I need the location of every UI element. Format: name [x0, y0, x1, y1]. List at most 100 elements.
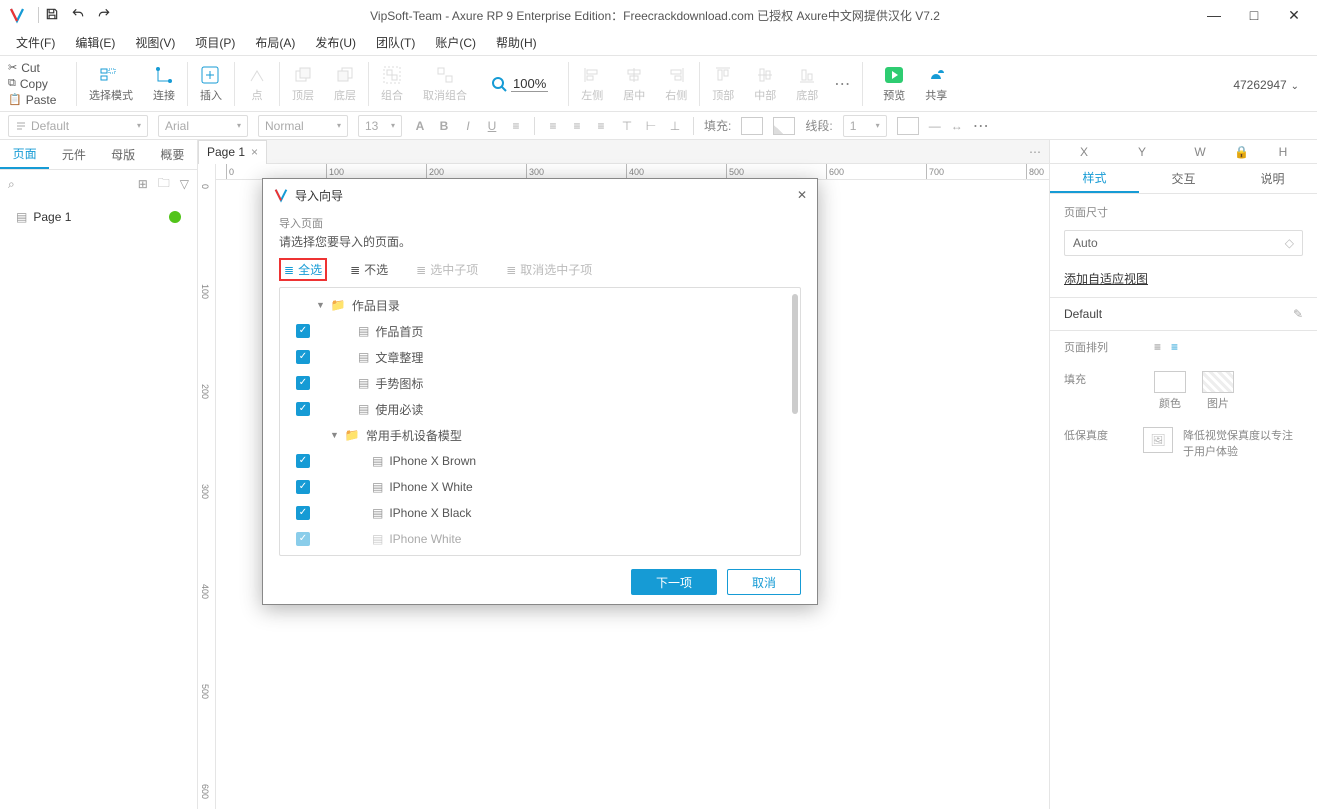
fill-image-swatch[interactable]: [1202, 371, 1234, 393]
align-right-icon[interactable]: ≡: [593, 119, 609, 133]
style-select[interactable]: Default▾: [8, 115, 148, 137]
maximize-button[interactable]: □: [1239, 0, 1269, 30]
add-folder-icon[interactable]: 🗀: [158, 174, 170, 195]
close-button[interactable]: ✕: [1279, 0, 1309, 30]
size-select[interactable]: 13▾: [358, 115, 402, 137]
fill-color-swatch[interactable]: [1154, 371, 1186, 393]
lock-icon[interactable]: 🔒: [1234, 145, 1249, 159]
cloud-id[interactable]: 47262947 ⌄: [1233, 76, 1299, 92]
deselect-all-button[interactable]: ≣不选: [345, 258, 393, 281]
redo-icon[interactable]: [97, 7, 111, 24]
page-tree-list[interactable]: ▼📁作品目录 ▤作品首页 ▤文章整理 ▤手势图标 ▤使用必读 ▼📁常用手机设备模…: [279, 287, 801, 556]
line-swatch[interactable]: [897, 117, 919, 135]
dialog-close-icon[interactable]: ✕: [797, 188, 807, 202]
default-style-header[interactable]: Default ✎: [1050, 297, 1317, 331]
checkbox-icon[interactable]: [296, 532, 310, 546]
menu-file[interactable]: 文件(F): [8, 31, 63, 54]
add-adaptive-link[interactable]: 添加自适应视图: [1064, 270, 1303, 287]
tab-pages[interactable]: 页面: [0, 140, 49, 169]
tree-page[interactable]: ▤IPhone X White: [280, 474, 800, 500]
copy-button[interactable]: ⧉ Copy: [8, 77, 64, 91]
tab-interactions[interactable]: 交互: [1139, 164, 1228, 193]
page-dim-select[interactable]: Auto◇: [1064, 230, 1303, 256]
tab-widgets[interactable]: 元件: [49, 140, 98, 169]
menu-layout[interactable]: 布局(A): [247, 31, 303, 54]
paste-button[interactable]: 📋 Paste: [8, 93, 64, 107]
fill-swatch[interactable]: [741, 117, 763, 135]
tab-notes[interactable]: 说明: [1228, 164, 1317, 193]
italic-icon[interactable]: I: [460, 119, 476, 133]
select-mode-button[interactable]: 选择模式: [81, 63, 141, 105]
text-color-icon[interactable]: A: [412, 119, 428, 133]
search-icon[interactable]: ⌕: [8, 177, 15, 192]
weight-select[interactable]: Normal▾: [258, 115, 348, 137]
fill-pattern[interactable]: [773, 117, 795, 135]
arrow-icon[interactable]: ↔: [951, 119, 963, 133]
toolbar-overflow-icon[interactable]: ⋯: [834, 74, 850, 94]
tree-folder[interactable]: ▼📁作品目录: [280, 292, 800, 318]
valign-bot-icon[interactable]: ⊥: [667, 119, 683, 133]
menu-publish[interactable]: 发布(U): [307, 31, 364, 54]
align-left-icon[interactable]: ≡: [545, 119, 561, 133]
page-align-center-icon[interactable]: ≡: [1171, 340, 1178, 354]
next-button[interactable]: 下一项: [631, 569, 717, 595]
dialog-title: 导入向导: [295, 187, 343, 204]
bold-icon[interactable]: B: [436, 119, 452, 133]
tree-page[interactable]: ▤作品首页: [280, 318, 800, 344]
menu-edit[interactable]: 编辑(E): [67, 31, 123, 54]
checkbox-icon[interactable]: [296, 506, 310, 520]
scrollbar-thumb[interactable]: [792, 294, 798, 414]
connect-button[interactable]: 连接: [145, 63, 183, 105]
tree-page[interactable]: ▤IPhone White: [280, 526, 800, 552]
bullets-icon[interactable]: ≡: [508, 119, 524, 133]
minimize-button[interactable]: —: [1199, 0, 1229, 30]
line-style-icon[interactable]: —: [929, 119, 941, 133]
tree-page[interactable]: ▤手势图标: [280, 370, 800, 396]
cut-button[interactable]: ✂ Cut: [8, 61, 64, 75]
add-page-icon[interactable]: ⊞: [138, 177, 148, 191]
undo-icon[interactable]: [71, 7, 85, 24]
checkbox-icon[interactable]: [296, 350, 310, 364]
align-center-icon[interactable]: ≡: [569, 119, 585, 133]
cancel-button[interactable]: 取消: [727, 569, 801, 595]
close-tab-icon[interactable]: ×: [251, 145, 258, 159]
select-all-button[interactable]: ≣全选: [279, 258, 327, 281]
checkbox-icon[interactable]: [296, 480, 310, 494]
zoom-control[interactable]: 100%: [491, 76, 548, 92]
lofi-toggle[interactable]: 🖼: [1143, 427, 1173, 453]
menu-view[interactable]: 视图(V): [127, 31, 183, 54]
save-icon[interactable]: [45, 7, 59, 24]
line-width[interactable]: 1▾: [843, 115, 887, 137]
checkbox-icon[interactable]: [296, 402, 310, 416]
menu-team[interactable]: 团队(T): [368, 31, 423, 54]
checkbox-icon[interactable]: [296, 324, 310, 338]
underline-icon[interactable]: U: [484, 119, 500, 133]
tree-page[interactable]: ▤IPhone X Black: [280, 500, 800, 526]
edit-style-icon[interactable]: ✎: [1293, 307, 1303, 321]
checkbox-icon[interactable]: [296, 454, 310, 468]
preview-button[interactable]: 预览: [875, 63, 913, 105]
tree-page[interactable]: ▤文章整理: [280, 344, 800, 370]
x-label: X: [1060, 145, 1108, 159]
tab-outline[interactable]: 概要: [148, 140, 197, 169]
tree-folder[interactable]: ▼📁常用手机设备模型: [280, 422, 800, 448]
tab-style[interactable]: 样式: [1050, 164, 1139, 193]
filter-icon[interactable]: ▽: [180, 177, 189, 191]
share-button[interactable]: 共享: [917, 63, 955, 105]
menu-project[interactable]: 项目(P): [187, 31, 243, 54]
canvas-overflow-icon[interactable]: ⋯: [1021, 145, 1049, 159]
tree-page[interactable]: ▤IPhone X Brown: [280, 448, 800, 474]
format-overflow-icon[interactable]: ⋯: [973, 116, 989, 136]
valign-mid-icon[interactable]: ⊢: [643, 119, 659, 133]
page-tree-item[interactable]: ▤ Page 1: [10, 206, 187, 228]
file-tab[interactable]: Page 1×: [198, 140, 267, 164]
tree-page[interactable]: ▤使用必读: [280, 396, 800, 422]
tab-masters[interactable]: 母版: [99, 140, 148, 169]
menu-help[interactable]: 帮助(H): [488, 31, 545, 54]
valign-top-icon[interactable]: ⊤: [619, 119, 635, 133]
menu-account[interactable]: 账户(C): [427, 31, 484, 54]
font-select[interactable]: Arial▾: [158, 115, 248, 137]
checkbox-icon[interactable]: [296, 376, 310, 390]
insert-button[interactable]: 插入: [192, 63, 230, 105]
page-align-left-icon[interactable]: ≡: [1154, 340, 1161, 354]
